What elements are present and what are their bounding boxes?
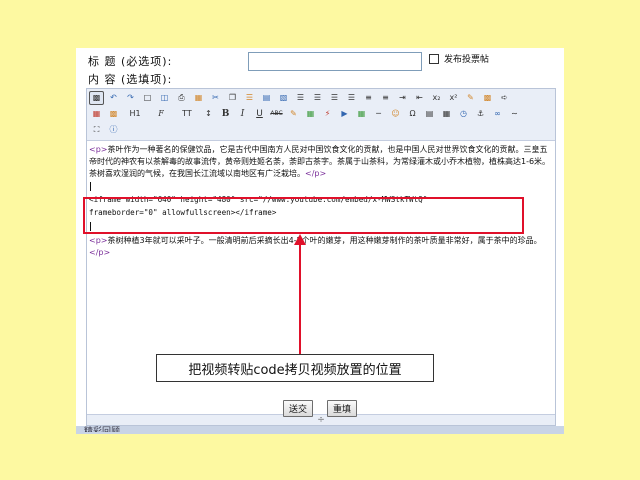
flash-icon[interactable]: ⚡ xyxy=(320,107,335,121)
template-icon[interactable]: ▦ xyxy=(191,91,206,105)
date-icon[interactable]: ▦ xyxy=(439,107,454,121)
poll-checkbox[interactable] xyxy=(429,53,439,64)
copy-icon[interactable]: ❐ xyxy=(225,91,240,105)
special-char-icon[interactable]: Ω xyxy=(405,107,420,121)
indent-icon[interactable]: ⇥ xyxy=(395,91,410,105)
paste-icon[interactable]: ☰ xyxy=(242,91,257,105)
font-family-icon[interactable]: F xyxy=(149,107,173,121)
remove-format-icon[interactable]: ✎ xyxy=(286,107,301,121)
justify-icon[interactable]: ☰ xyxy=(344,91,359,105)
poll-option[interactable]: 发布投票帖 xyxy=(429,52,489,65)
section-header-strip: 精彩回顾 xyxy=(76,426,564,434)
unlink-icon[interactable]: ∼ xyxy=(507,107,522,121)
tag-close-2: </p> xyxy=(89,248,111,257)
about-icon[interactable]: ⓘ xyxy=(106,123,121,137)
font-size-icon[interactable]: TT xyxy=(175,107,199,121)
bold-icon[interactable]: B xyxy=(218,107,233,121)
underline-icon[interactable]: U xyxy=(252,107,267,121)
select-pointer-icon[interactable]: ➪ xyxy=(497,91,512,105)
align-center-icon[interactable]: ☰ xyxy=(310,91,325,105)
cut-icon[interactable]: ✂ xyxy=(208,91,223,105)
strikethrough-icon[interactable]: ABC xyxy=(269,107,284,121)
outdent-icon[interactable]: ⇤ xyxy=(412,91,427,105)
submit-button[interactable]: 送交 xyxy=(282,400,313,417)
superscript-icon[interactable]: x² xyxy=(446,91,461,105)
paragraph-2: <p>茶树种植3年就可以采叶子。一般清明前后采摘长出4-5个叶的嫩芽，用这种嫩芽… xyxy=(89,235,553,259)
editor-toolbar: ▩ ↶ ↷ □ ◫ ⎙ ▦ ✂ ❐ ☰ ▤ ▧ ☰ ☰ ☰ ☰ ≡ ≡ ⇥ ⇤ xyxy=(87,89,555,141)
tag-open: <p> xyxy=(89,145,108,154)
toolbar-row-3: ⛶ ⓘ xyxy=(89,122,553,138)
page-break-icon[interactable]: ▤ xyxy=(422,107,437,121)
source-icon[interactable]: ▩ xyxy=(89,91,104,105)
reset-button[interactable]: 重填 xyxy=(327,400,358,417)
content-label: 内 容 (选填项): xyxy=(88,73,173,86)
annotation-callout: 把视频转贴code拷贝视频放置的位置 xyxy=(156,354,434,382)
toolbar-row-2: ▦ ▩ H1 F TT ↕ B I U ABC ✎ ▦ ⚡ ▶ ▦ ─ ☺ Ω … xyxy=(89,106,553,122)
tag-open-2: <p> xyxy=(89,236,108,245)
line-height-icon[interactable]: ↕ xyxy=(201,107,216,121)
emoticon-icon[interactable]: ☺ xyxy=(388,107,403,121)
hr-icon[interactable]: ─ xyxy=(371,107,386,121)
fullscreen-icon[interactable]: ⛶ xyxy=(89,123,104,137)
title-label: 标 题 (必选项): xyxy=(88,55,173,68)
link-icon[interactable]: ∞ xyxy=(490,107,505,121)
anchor-icon[interactable]: ⚓ xyxy=(473,107,488,121)
select-all-icon[interactable]: ▩ xyxy=(480,91,495,105)
time-icon[interactable]: ◷ xyxy=(456,107,471,121)
media-icon[interactable]: ▶ xyxy=(337,107,352,121)
text-color-icon[interactable]: ▦ xyxy=(89,107,104,121)
annotation-arrow-icon xyxy=(294,234,306,356)
align-left-icon[interactable]: ☰ xyxy=(293,91,308,105)
poll-label: 发布投票帖 xyxy=(444,55,490,65)
embed-code-highlight xyxy=(83,197,524,234)
preview-icon[interactable]: ◫ xyxy=(157,91,172,105)
ordered-list-icon[interactable]: ≡ xyxy=(361,91,376,105)
align-right-icon[interactable]: ☰ xyxy=(327,91,342,105)
new-document-icon[interactable]: □ xyxy=(140,91,155,105)
title-input[interactable] xyxy=(248,52,422,71)
toolbar-row-1: ▩ ↶ ↷ □ ◫ ⎙ ▦ ✂ ❐ ☰ ▤ ▧ ☰ ☰ ☰ ☰ ≡ ≡ ⇥ ⇤ xyxy=(89,90,553,106)
unordered-list-icon[interactable]: ≡ xyxy=(378,91,393,105)
form-buttons: 送交 重填 xyxy=(76,400,564,417)
paste-word-icon[interactable]: ▧ xyxy=(276,91,291,105)
redo-icon[interactable]: ↷ xyxy=(123,91,138,105)
text-caret xyxy=(90,182,91,191)
image-icon[interactable]: ▦ xyxy=(303,107,318,121)
tag-close: </p> xyxy=(305,169,327,178)
subscript-icon[interactable]: x₂ xyxy=(429,91,444,105)
table-icon[interactable]: ▦ xyxy=(354,107,369,121)
undo-icon[interactable]: ↶ xyxy=(106,91,121,105)
print-icon[interactable]: ⎙ xyxy=(174,91,189,105)
heading-icon[interactable]: H1 xyxy=(123,107,147,121)
paragraph-2-text: 茶树种植3年就可以采叶子。一般清明前后采摘长出4-5个叶的嫩芽，用这种嫩芽制作的… xyxy=(107,236,542,245)
bg-color-icon[interactable]: ▩ xyxy=(106,107,121,121)
italic-icon[interactable]: I xyxy=(235,107,250,121)
clear-format-icon[interactable]: ✎ xyxy=(463,91,478,105)
paste-text-icon[interactable]: ▤ xyxy=(259,91,274,105)
paragraph-1: <p>茶叶作为一种著名的保健饮品，它是古代中国南方人民对中国饮食文化的贡献，也是… xyxy=(89,144,553,180)
section-header-label: 精彩回顾 xyxy=(84,427,121,432)
